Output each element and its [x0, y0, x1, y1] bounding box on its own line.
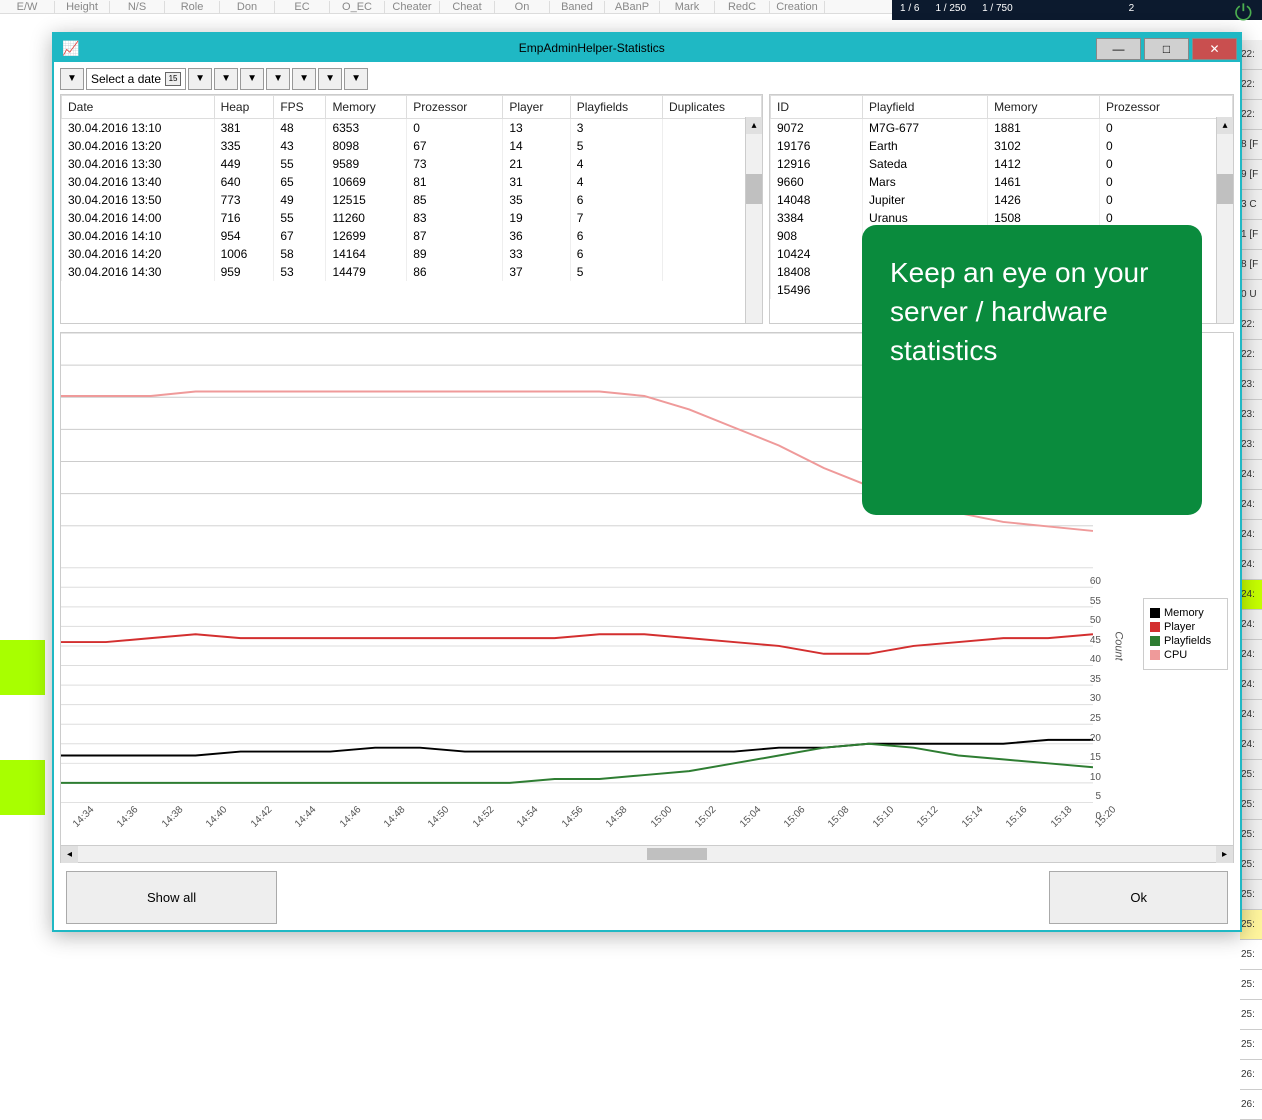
table-row[interactable]: 30.04.2016 13:50773491251585356: [62, 191, 762, 209]
table-row[interactable]: 30.04.2016 13:40640651066981314: [62, 173, 762, 191]
table-row[interactable]: 30.04.2016 13:3044955958973214: [62, 155, 762, 173]
table-row[interactable]: 30.04.2016 14:30959531447986375: [62, 263, 762, 281]
table-row[interactable]: 30.04.2016 13:103814863530133: [62, 119, 762, 138]
dropdown[interactable]: ▼: [214, 68, 238, 90]
table-row[interactable]: 12916Sateda14120: [771, 155, 1233, 173]
dropdown[interactable]: ▼: [292, 68, 316, 90]
y-axis-ticks: 051015202530354045505560: [1073, 587, 1103, 822]
table-row[interactable]: 30.04.2016 13:2033543809867145: [62, 137, 762, 155]
scrollbar-vertical[interactable]: ▴: [745, 117, 762, 323]
legend-item: Memory: [1150, 607, 1221, 619]
dropdown[interactable]: ▼: [60, 68, 84, 90]
column-header[interactable]: Player: [503, 96, 570, 119]
column-header[interactable]: Duplicates: [662, 96, 761, 119]
legend-item: Player: [1150, 621, 1221, 633]
info-callout: Keep an eye on your server / hardware st…: [862, 225, 1202, 515]
column-header[interactable]: Playfield: [863, 96, 988, 119]
column-header[interactable]: Prozessor: [407, 96, 503, 119]
date-picker[interactable]: Select a date 15: [86, 68, 186, 90]
table-row[interactable]: 30.04.2016 14:10954671269987366: [62, 227, 762, 245]
background-highlight: [0, 640, 45, 695]
column-header[interactable]: Date: [62, 96, 215, 119]
column-header[interactable]: Playfields: [570, 96, 662, 119]
column-header[interactable]: Heap: [214, 96, 274, 119]
table-row[interactable]: 30.04.2016 14:201006581416489336: [62, 245, 762, 263]
chart-legend: Memory Player Playfields CPU: [1143, 598, 1228, 670]
dropdown[interactable]: ▼: [318, 68, 342, 90]
filter-toolbar: ▼ Select a date 15 ▼ ▼ ▼ ▼ ▼ ▼ ▼: [60, 68, 1234, 90]
titlebar[interactable]: 📈 EmpAdminHelper-Statistics — □ ✕: [54, 34, 1240, 62]
table-row[interactable]: 9072M7G-67718810: [771, 119, 1233, 138]
maximize-button[interactable]: □: [1144, 38, 1189, 60]
scroll-thumb[interactable]: [647, 848, 707, 860]
scroll-up-icon[interactable]: ▴: [1217, 117, 1233, 134]
window-title: EmpAdminHelper-Statistics: [87, 41, 1096, 55]
background-dark-panel: 1 / 61 / 2501 / 7502: [892, 0, 1262, 20]
table-row[interactable]: 30.04.2016 14:00716551126083197: [62, 209, 762, 227]
dropdown[interactable]: ▼: [344, 68, 368, 90]
column-header[interactable]: Memory: [326, 96, 407, 119]
main-statistics-table[interactable]: DateHeapFPSMemoryProzessorPlayerPlayfiel…: [60, 94, 763, 324]
table-row[interactable]: 14048Jupiter14260: [771, 191, 1233, 209]
background-right-list: 22:22:22:8 [F9 [F3 C1 [F8 [F0 U22:22:23:…: [1240, 40, 1262, 920]
scroll-up-icon[interactable]: ▴: [746, 117, 762, 134]
dropdown[interactable]: ▼: [240, 68, 264, 90]
column-header[interactable]: ID: [771, 96, 863, 119]
y-axis-label: Count: [1112, 631, 1124, 660]
legend-item: Playfields: [1150, 635, 1221, 647]
column-header[interactable]: Prozessor: [1099, 96, 1232, 119]
dropdown[interactable]: ▼: [188, 68, 212, 90]
scroll-thumb[interactable]: [1217, 174, 1233, 204]
scrollbar-horizontal[interactable]: ◂ ▸: [61, 845, 1233, 862]
chart-icon: 📈: [62, 40, 79, 57]
close-button[interactable]: ✕: [1192, 38, 1237, 60]
dropdown[interactable]: ▼: [266, 68, 290, 90]
scrollbar-vertical[interactable]: ▴: [1216, 117, 1233, 323]
scroll-thumb[interactable]: [746, 174, 762, 204]
column-header[interactable]: Memory: [988, 96, 1100, 119]
calendar-icon: 15: [165, 72, 181, 86]
minimize-button[interactable]: —: [1096, 38, 1141, 60]
scroll-right-icon[interactable]: ▸: [1216, 846, 1233, 863]
legend-item: CPU: [1150, 649, 1221, 661]
table-row[interactable]: 19176Earth31020: [771, 137, 1233, 155]
ok-button[interactable]: Ok: [1049, 871, 1228, 924]
table-row[interactable]: 9660Mars14610: [771, 173, 1233, 191]
column-header[interactable]: FPS: [274, 96, 326, 119]
x-axis-ticks: 14:3414:3614:3814:4014:4214:4414:4614:48…: [71, 822, 1093, 842]
show-all-button[interactable]: Show all: [66, 871, 277, 924]
power-icon: ⏻: [1235, 0, 1252, 26]
background-highlight: [0, 760, 45, 815]
scroll-left-icon[interactable]: ◂: [61, 846, 78, 863]
